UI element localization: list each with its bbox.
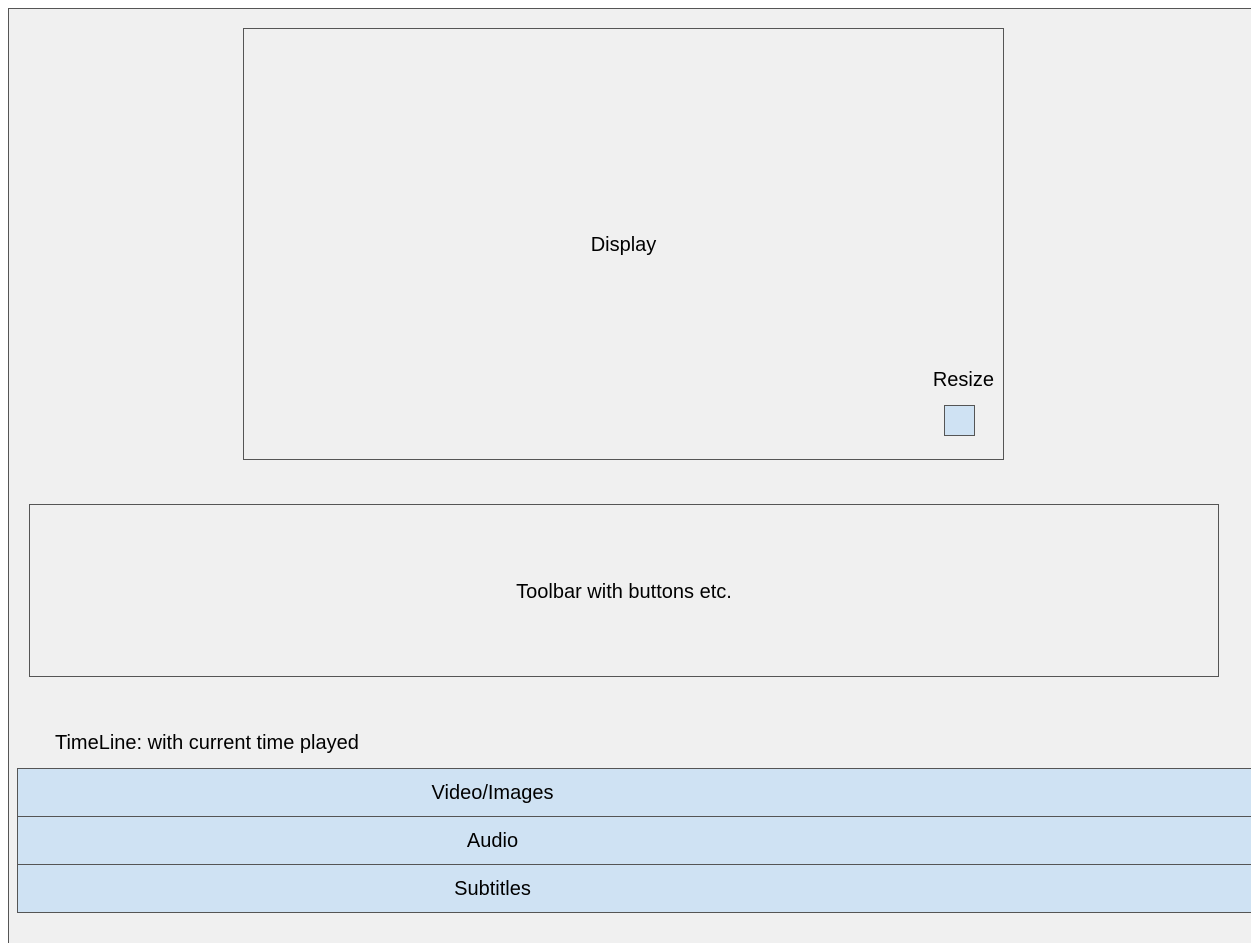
display-label: Display bbox=[590, 234, 657, 256]
timeline-track-subtitles[interactable]: Subtitles bbox=[17, 864, 1251, 913]
track-label-audio: Audio bbox=[466, 830, 519, 852]
track-label-subtitles: Subtitles bbox=[454, 878, 531, 900]
display-panel: Display Resize bbox=[243, 28, 1004, 460]
timeline-track-video[interactable]: Video/Images bbox=[17, 768, 1251, 817]
timeline-track-audio[interactable]: Audio bbox=[17, 816, 1251, 865]
editor-wireframe: Display Resize Toolbar with buttons etc.… bbox=[8, 8, 1251, 943]
resize-label: Resize bbox=[932, 369, 994, 391]
resize-handle[interactable] bbox=[944, 405, 975, 436]
toolbar-panel: Toolbar with buttons etc. bbox=[29, 504, 1219, 677]
track-label-video: Video/Images bbox=[431, 782, 554, 804]
timeline-label: TimeLine: with current time played bbox=[55, 732, 359, 754]
toolbar-label: Toolbar with buttons etc. bbox=[516, 581, 732, 603]
